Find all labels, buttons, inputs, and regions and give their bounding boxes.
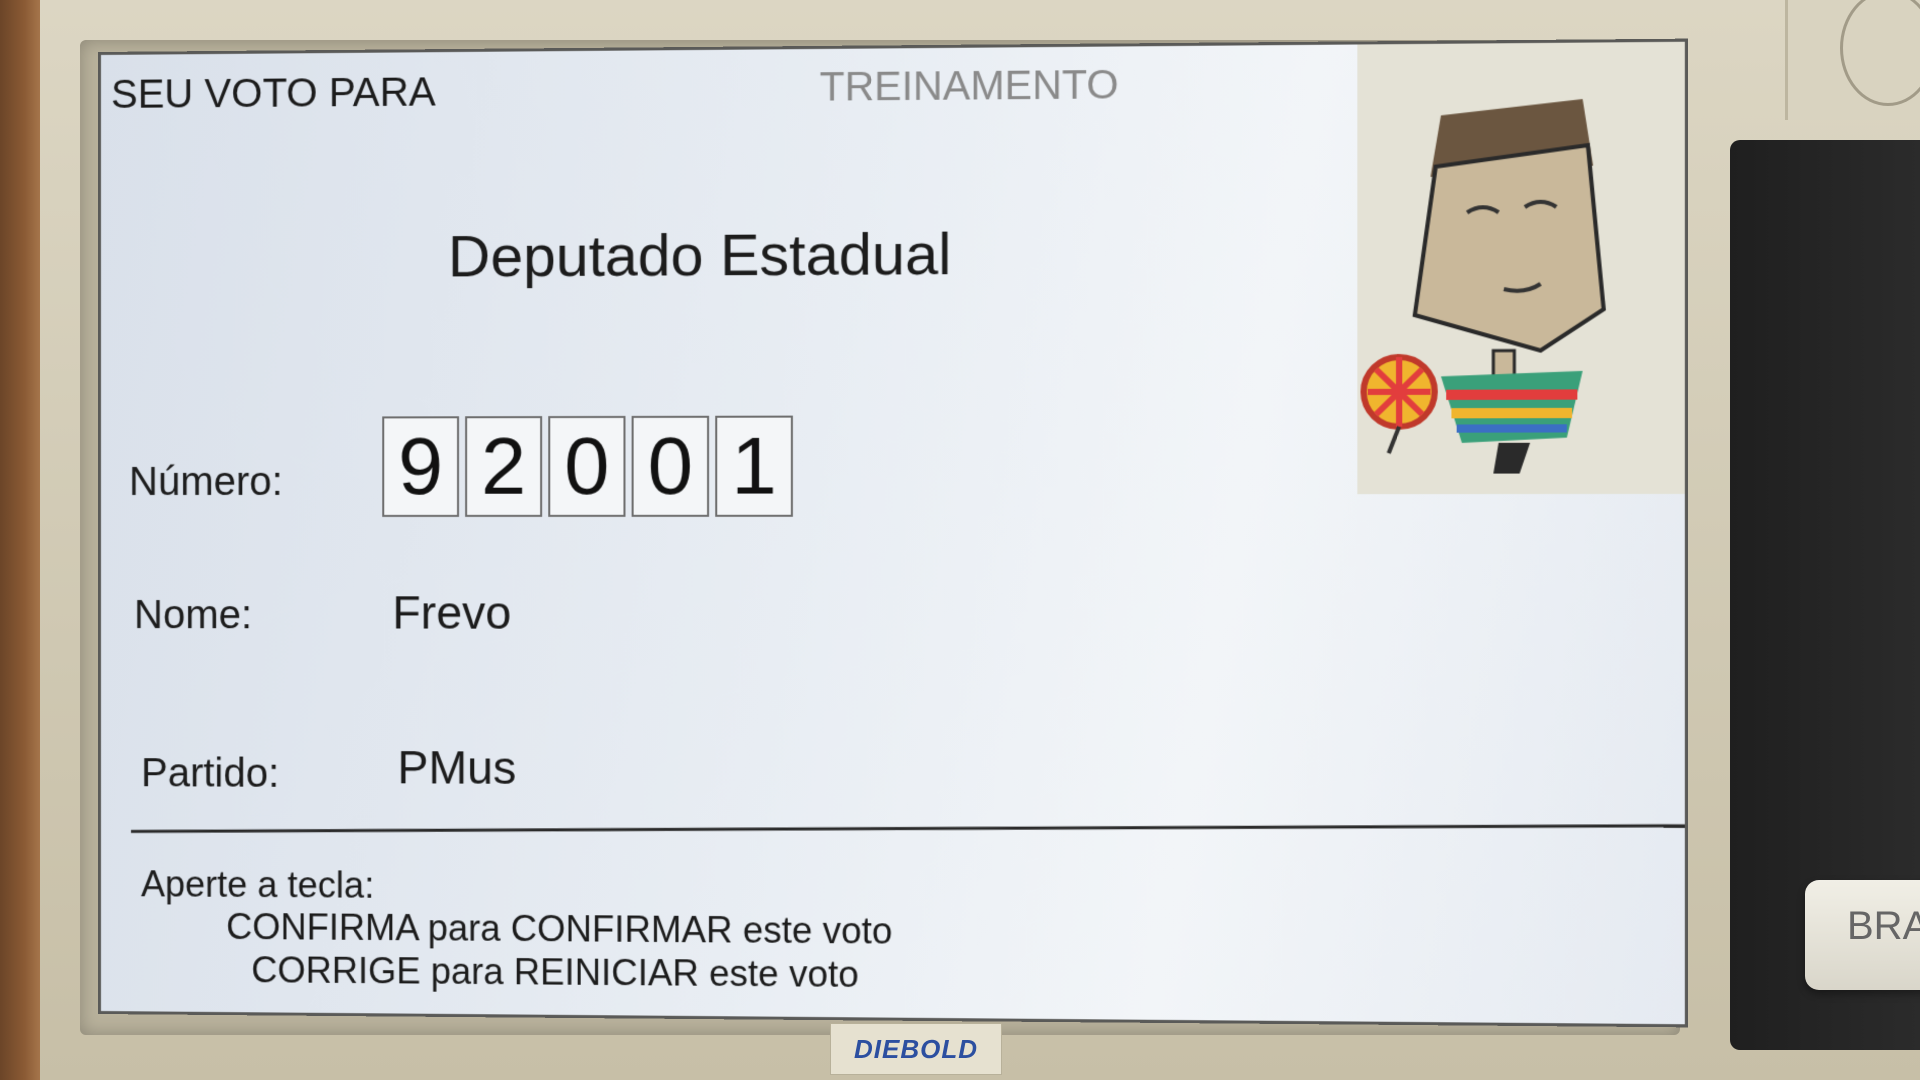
number-digits: 9 2 0 0 1 [382, 415, 793, 517]
digit-box: 2 [465, 416, 543, 517]
frevo-dancer-icon [1357, 41, 1689, 495]
candidate-name: Frevo [392, 586, 512, 639]
digit-box: 0 [631, 415, 710, 517]
instruction-correct: CORRIGE para REINICIAR este voto [251, 949, 859, 996]
braille-key-button[interactable]: BRA [1805, 880, 1920, 990]
header-vote-for: SEU VOTO PARA [110, 70, 436, 117]
instructions-divider [131, 824, 1689, 833]
header-training: TREINAMENTO [819, 62, 1119, 110]
brand-logo: DIEBOLD [830, 1023, 1002, 1075]
instructions-title: Aperte a tecla: [141, 863, 375, 906]
instruction-confirm: CONFIRMA para CONFIRMAR este voto [226, 905, 893, 952]
name-label: Nome: [134, 593, 253, 638]
digit-box: 9 [382, 416, 460, 517]
office-title: Deputado Estadual [447, 221, 952, 290]
digit-box: 0 [548, 415, 626, 517]
voting-screen: SEU VOTO PARA TREINAMENTO Deputado Estad… [98, 38, 1689, 1028]
wood-table-edge [0, 0, 40, 1080]
number-label: Número: [128, 459, 283, 504]
braille-key-label: BRA [1847, 904, 1920, 948]
digit-box: 1 [715, 415, 793, 517]
party-label: Partido: [141, 751, 280, 796]
candidate-party: PMus [397, 741, 517, 794]
